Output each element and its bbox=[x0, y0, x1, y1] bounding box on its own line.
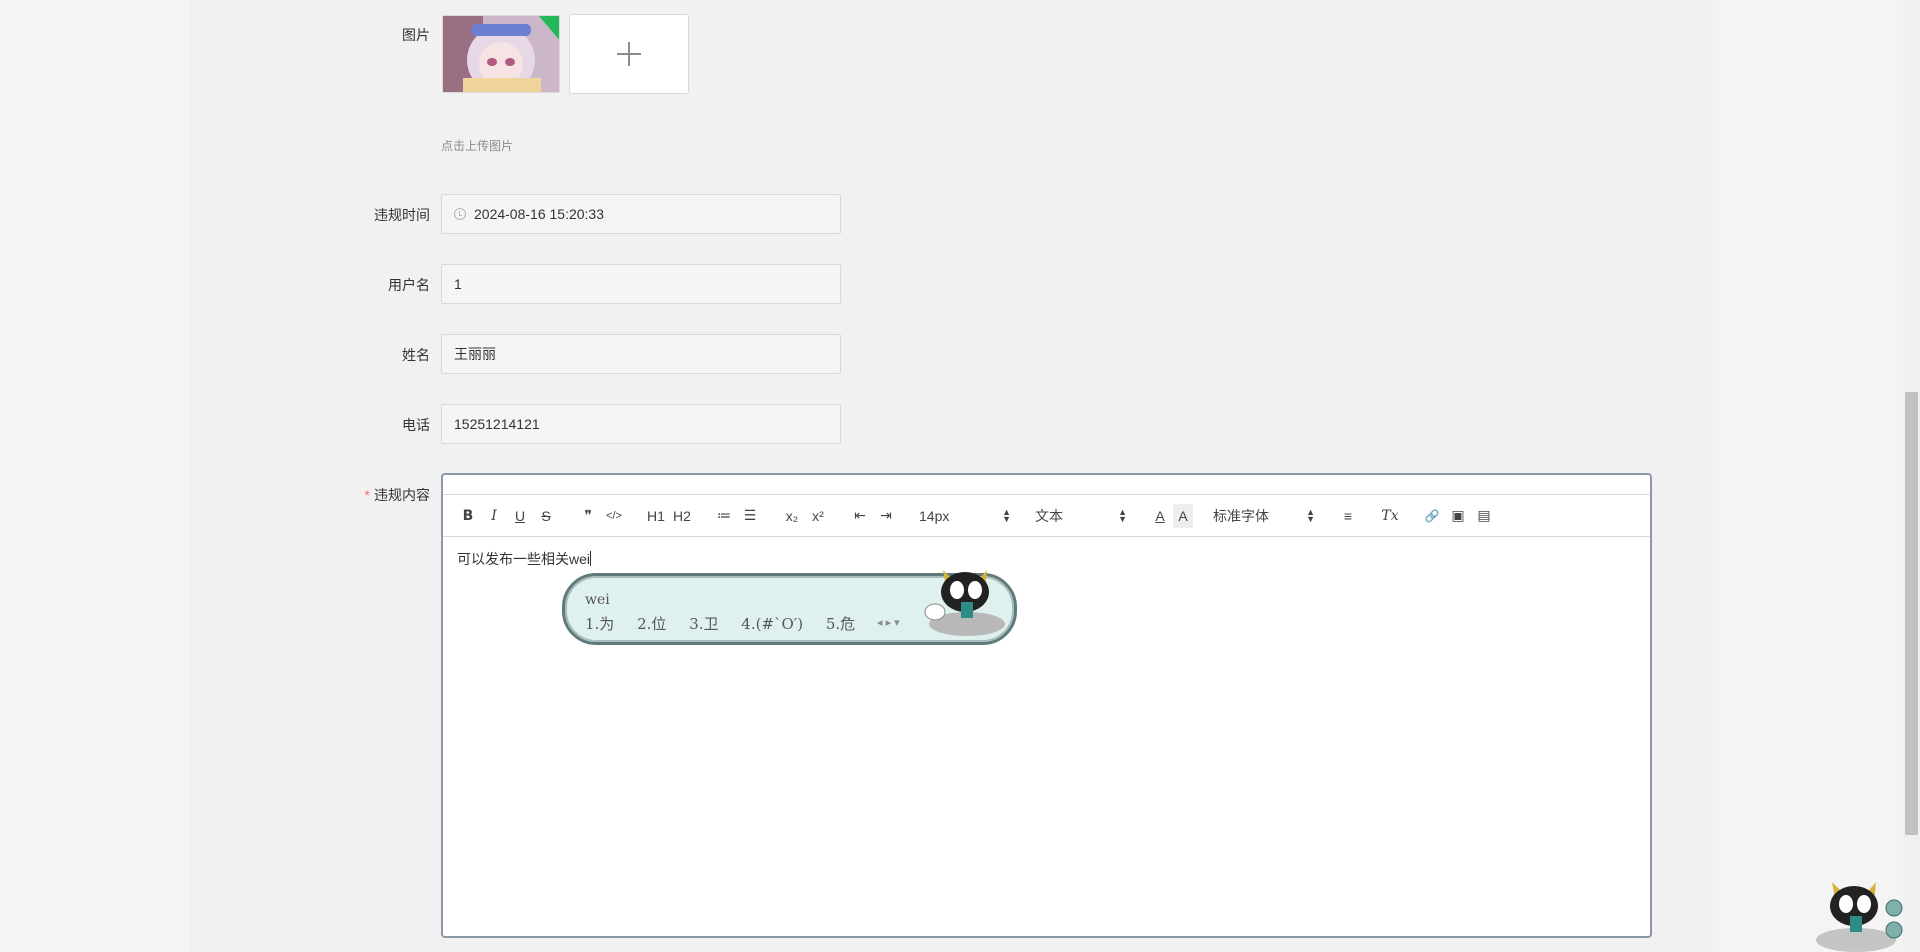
select-arrows-icon: ▲ ▼ bbox=[1002, 506, 1011, 524]
image-upload-button[interactable] bbox=[569, 14, 689, 94]
name-value: 王丽丽 bbox=[454, 346, 496, 362]
phone-label: 电话 bbox=[402, 417, 430, 433]
ime-candidate[interactable]: 1.为 bbox=[585, 615, 614, 633]
subscript-button[interactable]: x₂ bbox=[779, 504, 805, 528]
username-label: 用户名 bbox=[388, 277, 430, 293]
violation-time-label: 违规时间 bbox=[374, 207, 430, 223]
align-icon[interactable]: ≡ bbox=[1335, 504, 1361, 528]
clock-icon bbox=[454, 208, 466, 220]
text-color-icon[interactable]: A bbox=[1147, 504, 1173, 528]
strike-button[interactable]: S bbox=[533, 504, 559, 528]
select-arrows-icon: ▲ ▼ bbox=[1118, 506, 1127, 524]
corner-mascot-icon bbox=[1816, 882, 1903, 952]
select-arrows-icon: ▲ ▼ bbox=[1306, 506, 1315, 524]
anime-avatar-image bbox=[443, 16, 559, 92]
phone-value: 15251214121 bbox=[454, 416, 540, 432]
image-label: 图片 bbox=[402, 27, 430, 43]
clean-format-icon[interactable]: Tx bbox=[1377, 504, 1403, 528]
ime-candidate[interactable]: 5.危 bbox=[826, 615, 855, 633]
ime-candidate[interactable]: 2.位 bbox=[637, 615, 666, 633]
name-label: 姓名 bbox=[402, 347, 430, 363]
ime-candidate[interactable]: 4.(#`O′) bbox=[741, 615, 803, 633]
phone-input[interactable]: 15251214121 bbox=[441, 404, 841, 444]
indent-icon[interactable]: ⇥ bbox=[873, 504, 899, 528]
username-input[interactable]: 1 bbox=[441, 264, 841, 304]
editor-toolbar: B I U S ❞ </> H1 H2 ≔ ☰ x₂ x² ⇤ ⇥ 14px ▲… bbox=[443, 495, 1650, 537]
required-mark: * bbox=[364, 487, 370, 503]
rich-text-editor[interactable]: B I U S ❞ </> H1 H2 ≔ ☰ x₂ x² ⇤ ⇥ 14px ▲… bbox=[441, 473, 1652, 938]
background-color-icon[interactable]: A bbox=[1173, 503, 1193, 528]
italic-button[interactable]: I bbox=[481, 504, 507, 528]
video-icon[interactable]: ▤ bbox=[1471, 504, 1497, 528]
image-icon[interactable]: ▣ bbox=[1445, 504, 1471, 528]
font-size-select[interactable]: 14px ▲ ▼ bbox=[915, 504, 1015, 528]
superscript-button[interactable]: x² bbox=[805, 504, 831, 528]
editor-top-bar bbox=[443, 475, 1650, 495]
upload-hint: 点击上传图片 bbox=[441, 139, 514, 153]
page-background-left bbox=[0, 0, 190, 952]
name-input[interactable]: 王丽丽 bbox=[441, 334, 841, 374]
ime-candidate-window: wei 1.为 2.位 3.卫 4.(#`O′) 5.危 ◂ ▸ ▾ bbox=[562, 570, 1017, 645]
username-value: 1 bbox=[454, 276, 462, 292]
format-value: 文本 bbox=[1035, 507, 1063, 524]
page-scrollbar[interactable] bbox=[1903, 0, 1920, 952]
outdent-icon[interactable]: ⇤ bbox=[847, 504, 873, 528]
font-size-value: 14px bbox=[919, 507, 950, 524]
violation-content-label-text: 违规内容 bbox=[374, 487, 430, 503]
violation-time-picker[interactable]: 2024-08-16 15:20:33 bbox=[441, 194, 841, 234]
font-family-select[interactable]: 标准字体 ▲ ▼ bbox=[1209, 504, 1319, 528]
uploaded-image-thumbnail[interactable] bbox=[442, 15, 560, 93]
editor-content-text: 可以发布一些相关wei bbox=[457, 551, 591, 567]
underline-button[interactable]: U bbox=[507, 504, 533, 528]
bullet-list-icon[interactable]: ☰ bbox=[737, 504, 763, 528]
code-icon[interactable]: </> bbox=[601, 504, 627, 528]
ime-candidate[interactable]: 3.卫 bbox=[689, 615, 718, 633]
bold-button[interactable]: B bbox=[455, 504, 481, 528]
violation-time-value: 2024-08-16 15:20:33 bbox=[474, 206, 604, 222]
ime-candidates: 1.为 2.位 3.卫 4.(#`O′) 5.危 bbox=[585, 613, 873, 634]
text-caret bbox=[590, 551, 592, 566]
ime-page-nav[interactable]: ◂ ▸ ▾ bbox=[877, 616, 900, 629]
header2-button[interactable]: H2 bbox=[669, 504, 695, 528]
format-select[interactable]: 文本 ▲ ▼ bbox=[1031, 504, 1131, 528]
ordered-list-icon[interactable]: ≔ bbox=[711, 504, 737, 528]
link-icon[interactable]: 🔗 bbox=[1419, 504, 1445, 528]
ime-input-text: wei bbox=[585, 592, 610, 608]
ime-mascot-icon bbox=[924, 570, 1005, 636]
plus-icon bbox=[617, 42, 641, 66]
quote-icon[interactable]: ❞ bbox=[575, 504, 601, 528]
scrollbar-thumb[interactable] bbox=[1905, 392, 1918, 835]
violation-content-label: * 违规内容 bbox=[290, 485, 430, 505]
font-family-value: 标准字体 bbox=[1213, 507, 1269, 524]
page-background-right bbox=[1713, 0, 1903, 952]
header1-button[interactable]: H1 bbox=[643, 504, 669, 528]
